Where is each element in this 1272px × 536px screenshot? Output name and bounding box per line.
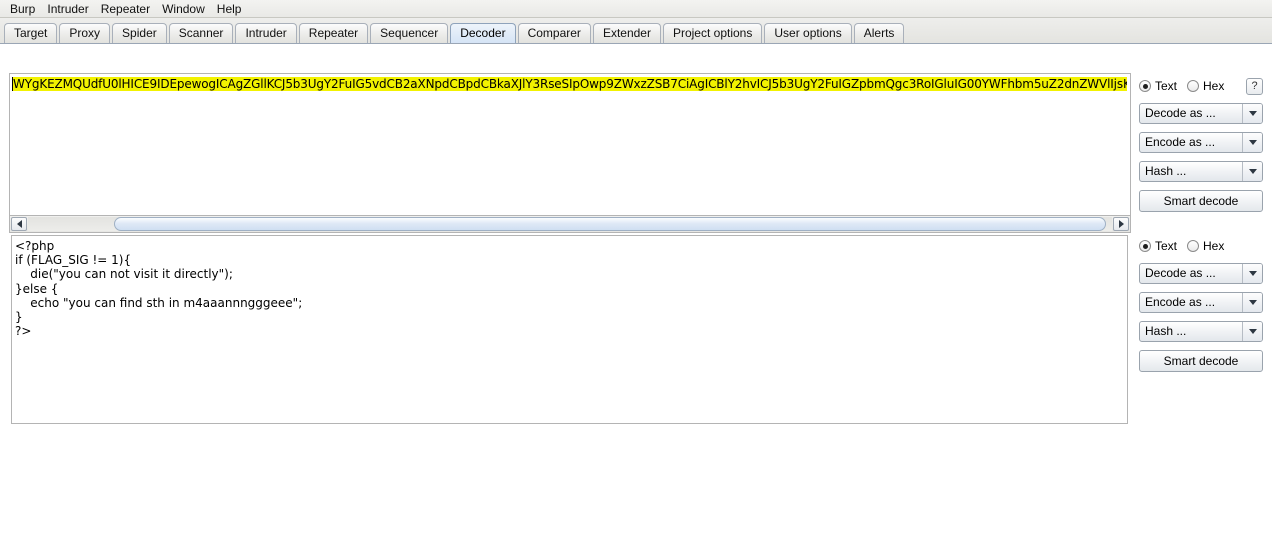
- tab-target[interactable]: Target: [4, 23, 58, 43]
- arrow-right-icon: [1118, 220, 1124, 228]
- chevron-down-icon[interactable]: [1242, 162, 1262, 181]
- output-decode-as-label: Decode as ...: [1145, 266, 1216, 280]
- menu-item-window[interactable]: Window: [156, 1, 211, 17]
- decoder-output-text-area[interactable]: <?php if (FLAG_SIG != 1){ die("you can n…: [15, 239, 1124, 338]
- decoded-string: <?php if (FLAG_SIG != 1){ die("you can n…: [15, 239, 303, 339]
- output-encode-as-label: Encode as ...: [1145, 295, 1216, 309]
- menu-item-intruder[interactable]: Intruder: [41, 1, 94, 17]
- decoder-input-text-area[interactable]: WYgKEZMQUdfU0lHICE9IDEpewogICAgZGllKCJ5b…: [13, 77, 1127, 91]
- tab-repeater[interactable]: Repeater: [298, 23, 369, 43]
- arrow-left-icon: [16, 220, 22, 228]
- tab-comparer[interactable]: Comparer: [517, 23, 591, 43]
- input-controls: Text Hex ? Decode as ... Encode as ... H…: [1139, 77, 1263, 212]
- tab-decoder[interactable]: Decoder: [450, 23, 516, 43]
- input-hex-radio[interactable]: [1187, 80, 1200, 92]
- output-hash-dropdown[interactable]: Hash ...: [1139, 321, 1263, 342]
- decoder-input-panel[interactable]: WYgKEZMQUdfU0lHICE9IDEpewogICAgZGllKCJ5b…: [9, 73, 1131, 216]
- decoder-workspace: WYgKEZMQUdfU0lHICE9IDEpewogICAgZGllKCJ5b…: [0, 51, 1272, 536]
- input-smart-decode-button[interactable]: Smart decode: [1139, 190, 1263, 212]
- menu-item-burp[interactable]: Burp: [4, 1, 41, 17]
- input-text-radio[interactable]: [1139, 80, 1151, 92]
- main-tab-bar: Target Proxy Spider Scanner Intruder Rep…: [0, 18, 1272, 44]
- tab-scanner[interactable]: Scanner: [168, 23, 234, 43]
- scroll-right-button[interactable]: [1113, 217, 1129, 231]
- input-hex-radio-label: Hex: [1203, 79, 1225, 93]
- tab-intruder[interactable]: Intruder: [235, 23, 297, 43]
- encoded-string: WYgKEZMQUdfU0lHICE9IDEpewogICAgZGllKCJ5b…: [13, 77, 1127, 91]
- output-smart-decode-button[interactable]: Smart decode: [1139, 350, 1263, 372]
- decoder-output-panel[interactable]: <?php if (FLAG_SIG != 1){ die("you can n…: [11, 235, 1128, 424]
- output-encode-as-dropdown[interactable]: Encode as ...: [1139, 292, 1263, 313]
- input-horizontal-scrollbar[interactable]: [9, 216, 1131, 233]
- input-encode-as-dropdown[interactable]: Encode as ...: [1139, 132, 1263, 153]
- tab-alerts[interactable]: Alerts: [853, 23, 905, 43]
- scrollbar-track[interactable]: [28, 217, 1112, 231]
- chevron-down-icon[interactable]: [1242, 133, 1262, 152]
- menu-item-help[interactable]: Help: [211, 1, 248, 17]
- chevron-down-icon[interactable]: [1242, 293, 1262, 312]
- output-hex-radio[interactable]: [1187, 240, 1200, 252]
- input-decode-as-dropdown[interactable]: Decode as ...: [1139, 103, 1263, 124]
- tab-spider[interactable]: Spider: [112, 23, 167, 43]
- output-hex-radio-label: Hex: [1203, 239, 1225, 253]
- output-decode-as-dropdown[interactable]: Decode as ...: [1139, 263, 1263, 284]
- output-text-radio[interactable]: [1139, 240, 1151, 252]
- input-text-radio-label: Text: [1155, 79, 1178, 93]
- help-button[interactable]: ?: [1246, 77, 1263, 95]
- output-hash-label: Hash ...: [1145, 324, 1187, 338]
- tab-project-options[interactable]: Project options: [662, 23, 763, 43]
- menu-item-repeater[interactable]: Repeater: [95, 1, 156, 17]
- input-format-radio-group: Text Hex ?: [1139, 77, 1263, 95]
- scrollbar-thumb[interactable]: [114, 217, 1106, 231]
- input-decode-as-label: Decode as ...: [1145, 106, 1216, 120]
- tab-sequencer[interactable]: Sequencer: [370, 23, 449, 43]
- chevron-down-icon[interactable]: [1242, 264, 1262, 283]
- chevron-down-icon[interactable]: [1242, 104, 1262, 123]
- scroll-left-button[interactable]: [11, 217, 27, 231]
- menu-bar: Burp Intruder Repeater Window Help: [0, 0, 1272, 18]
- tab-proxy[interactable]: Proxy: [59, 23, 111, 43]
- tab-extender[interactable]: Extender: [592, 23, 661, 43]
- output-text-radio-label: Text: [1155, 239, 1178, 253]
- input-encode-as-label: Encode as ...: [1145, 135, 1216, 149]
- output-format-radio-group: Text Hex: [1139, 238, 1263, 254]
- input-hash-label: Hash ...: [1145, 164, 1187, 178]
- output-controls: Text Hex Decode as ... Encode as ... Has…: [1139, 238, 1263, 372]
- input-hash-dropdown[interactable]: Hash ...: [1139, 161, 1263, 182]
- chevron-down-icon[interactable]: [1242, 322, 1262, 341]
- tab-user-options[interactable]: User options: [764, 23, 852, 43]
